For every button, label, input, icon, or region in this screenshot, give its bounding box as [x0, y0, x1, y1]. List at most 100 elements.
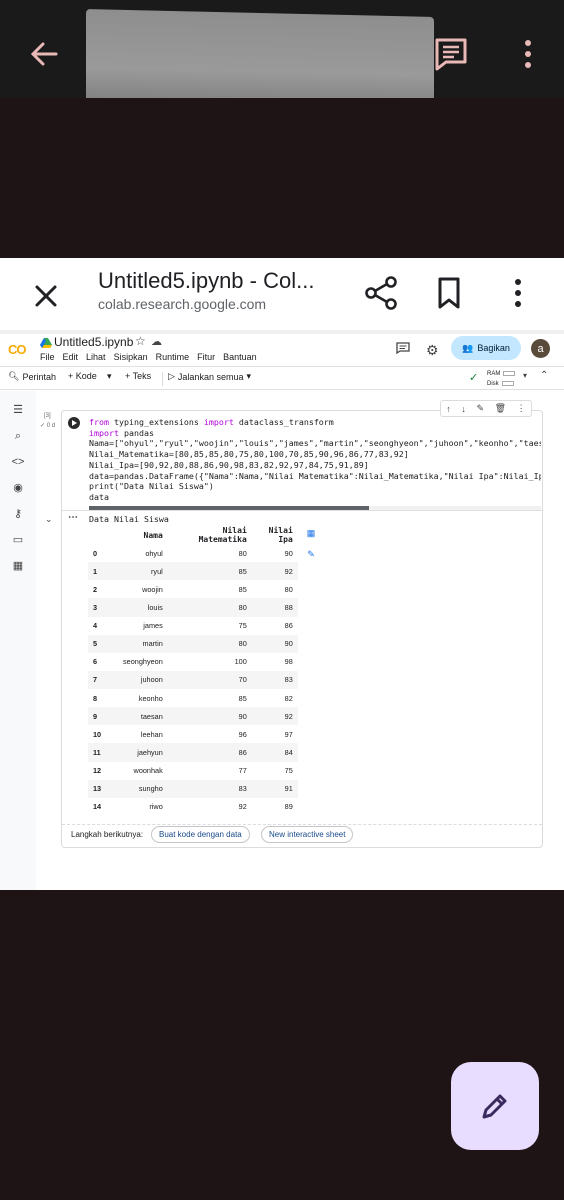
comment-icon[interactable] [396, 342, 410, 354]
add-text-button[interactable]: + Teks [125, 371, 151, 381]
star-icon[interactable]: ☆ [135, 334, 146, 348]
table-cell: sungho [118, 779, 168, 798]
menu-tools[interactable]: Fitur [197, 352, 215, 362]
code-snippets-icon[interactable]: <> [11, 455, 25, 469]
table-cell: martin [118, 634, 168, 653]
terminal-table-icon[interactable]: ▦ [11, 559, 25, 573]
table-view-icon[interactable]: ▦ [304, 526, 318, 540]
table-cell: 85 [238, 693, 247, 703]
table-row: 0 ohyul 80 90 [88, 544, 298, 562]
move-up-icon[interactable]: ↑ [446, 404, 451, 414]
row-index: 6 [93, 657, 98, 667]
menu-help[interactable]: Bantuan [223, 352, 257, 362]
table-cell: keonho [138, 693, 163, 703]
gemini-edit-icon[interactable]: ✎ [476, 403, 484, 414]
table-row: 11 jaehyun 86 84 [88, 743, 298, 762]
menu-runtime[interactable]: Runtime [156, 352, 190, 362]
avatar[interactable]: a [531, 339, 550, 358]
generate-code-button[interactable]: Buat kode dengan data [151, 826, 250, 843]
table-row: 8 keonho 85 82 [88, 689, 298, 707]
command-label: Perintah [22, 371, 56, 382]
toolbar-divider [162, 372, 163, 386]
connected-check-icon: ✓ [469, 372, 479, 384]
runtime-dropdown[interactable]: ▾ [523, 371, 527, 380]
edit-fab-button[interactable] [451, 1062, 539, 1150]
cell-more-icon[interactable]: ⋮ [517, 403, 526, 414]
collapse-toolbar-icon[interactable]: ⌃ [540, 370, 548, 381]
menu-insert[interactable]: Sisipkan [114, 352, 148, 362]
drive-icon [40, 338, 52, 348]
table-cell: riwo [149, 802, 163, 812]
table-cell: louis [118, 598, 168, 617]
new-interactive-sheet-button[interactable]: New interactive sheet [261, 826, 354, 843]
keyword-from: from [89, 417, 109, 427]
table-cell: woonhak [133, 766, 163, 776]
cloud-icon: ☁ [151, 336, 162, 348]
chevron-down-icon: ▾ [246, 371, 251, 381]
find-replace-icon[interactable]: ⌕ [11, 429, 25, 443]
suggest-chart-icon[interactable]: ✎ [304, 547, 318, 561]
row-index: 1 [88, 562, 118, 581]
code-line: import pandas [89, 427, 154, 438]
notebook-toolbar: 🔍︎ Perintah + Kode ▾ + Teks ▷ Jalankan s… [0, 366, 564, 390]
row-index: 12 [93, 766, 102, 776]
output-divider [62, 510, 542, 511]
menu-view[interactable]: Lihat [86, 352, 106, 362]
files-folder-icon[interactable]: ▭ [11, 533, 25, 547]
table-of-contents-icon[interactable]: ☰ [11, 403, 25, 417]
table-row: 10 leehan 96 97 [88, 725, 298, 743]
table-cell: 75 [284, 766, 293, 776]
menu-edit[interactable]: Edit [63, 352, 79, 362]
add-code-button[interactable]: + Kode [68, 371, 97, 381]
table-cell: ohyul [145, 548, 163, 558]
command-palette-button[interactable]: 🔍︎ Perintah [8, 371, 56, 382]
menu-file[interactable]: File [40, 352, 55, 362]
table-cell: 89 [284, 802, 293, 812]
add-code-dropdown[interactable]: ▾ [107, 371, 112, 382]
table-cell: 85 [238, 584, 247, 594]
more-options-icon[interactable] [518, 38, 538, 70]
resource-monitor[interactable]: RAM Disk [487, 369, 516, 389]
run-all-button[interactable]: ▷ Jalankan semua ▾ [168, 371, 251, 382]
bookmark-icon[interactable] [432, 274, 466, 312]
share-icon[interactable] [362, 274, 400, 312]
row-index: 10 [93, 729, 102, 739]
table-cell: 80 [167, 598, 252, 617]
notebook-name[interactable]: Untitled5.ipynb [54, 335, 133, 349]
code-editor[interactable]: from typing_extensions import dataclass_… [89, 417, 541, 507]
table-row: 5 martin 80 90 [88, 634, 298, 653]
left-sidebar: ☰ ⌕ <> ◉ ⚷ ▭ ▦ [0, 391, 36, 890]
people-icon: 👥 [462, 342, 474, 353]
keyword-import: import [89, 427, 119, 438]
table-header-row: Nama Nilai Matematika Nilai Ipa [88, 526, 298, 544]
keyword-import: import [203, 417, 234, 427]
variables-icon[interactable]: ◉ [11, 481, 25, 495]
table-cell: 75 [238, 621, 247, 631]
table-cell: 85 [167, 562, 252, 581]
table-cell: 84 [251, 743, 298, 762]
table-cell: 90 [251, 634, 298, 653]
cell-toolbar: ↑ ↓ ✎ 🗑︎ ⋮ [440, 400, 532, 417]
page-url: colab.research.google.com [98, 296, 267, 312]
move-down-icon[interactable]: ↓ [461, 404, 466, 414]
back-arrow-icon[interactable] [26, 36, 62, 72]
delete-icon[interactable]: 🗑︎ [495, 403, 506, 414]
share-button[interactable]: 👥 Bagikan [451, 336, 521, 360]
more-vert-icon[interactable] [506, 274, 530, 312]
table-cell: 90 [167, 707, 252, 726]
settings-icon[interactable]: ⚙ [426, 342, 439, 359]
output-menu-icon[interactable]: ⋯ [68, 512, 78, 523]
table-cell: 96 [238, 729, 247, 739]
table-cell: ryul [118, 562, 168, 581]
table-cell: 100 [234, 657, 247, 667]
row-index: 7 [88, 670, 118, 689]
table-row: 9 taesan 90 92 [88, 707, 298, 726]
collapse-output-icon[interactable]: ⌄ [45, 514, 53, 525]
close-icon[interactable] [28, 278, 64, 314]
message-icon[interactable] [432, 36, 470, 72]
colab-logo[interactable]: CO [8, 342, 26, 357]
execution-status: ✓ 0 d [40, 423, 56, 429]
run-cell-button[interactable] [68, 417, 80, 429]
code-line: Nilai_Ipa=[90,92,80,88,86,90,98,83,82,92… [89, 459, 369, 470]
secrets-key-icon[interactable]: ⚷ [11, 507, 25, 521]
